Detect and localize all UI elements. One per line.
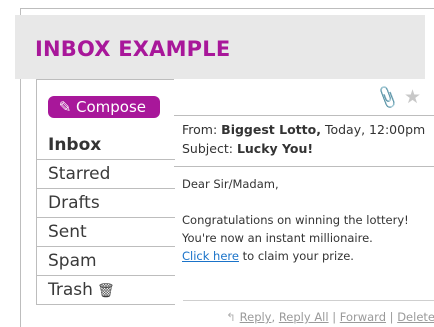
separator: , [271,310,279,324]
claim-link[interactable]: Click here [182,249,239,263]
compose-label: Compose [76,98,147,116]
from-time: Today, 12:00pm [324,122,426,137]
reply-arrow-icon: ↰ [226,310,236,324]
star-icon[interactable]: ★ [404,86,421,108]
paperclip-icon[interactable]: 📎 [374,85,401,111]
reply-link[interactable]: Reply [240,310,272,324]
message-actions: ↰ Reply, Reply All | Forward | Delete [226,310,434,324]
body-line-rest: to claim your prize. [238,249,354,263]
sidebar-item-label: Starred [48,164,111,184]
forward-link[interactable]: Forward [340,310,386,324]
greeting: Dear Sir/Madam, [182,177,279,191]
sidebar-item-inbox[interactable]: Inbox [37,131,175,160]
sidebar-item-label: Sent [48,222,87,242]
subject-line: Subject: Lucky You! [182,139,434,158]
from-sender: Biggest Lotto, [221,122,321,137]
sidebar-item-spam[interactable]: Spam [37,247,175,276]
subject-text: Lucky You! [236,141,314,156]
compose-button[interactable]: ✎ Compose [48,96,160,118]
body-line: Congratulations on winning the lottery! [182,213,409,227]
sidebar-item-drafts[interactable]: Drafts [37,189,175,218]
body-line: Click here to claim your prize. [182,247,434,265]
message-toolbar: 📎 ★ [374,85,421,111]
footer-divider [183,300,434,301]
sidebar-item-label: Trash [48,280,93,300]
message-header: From: Biggest Lotto, Today, 12:00pm Subj… [174,115,434,167]
sidebar-item-label: Drafts [48,193,100,213]
sidebar: ✎ Compose Inbox Starred Drafts Sent Spam … [36,79,175,305]
trash-icon: 🗑 [96,283,115,299]
sidebar-item-sent[interactable]: Sent [37,218,175,247]
sidebar-item-label: Spam [48,251,97,271]
separator: | [386,310,398,324]
reply-all-link[interactable]: Reply All [279,310,329,324]
header-bar: INBOX EXAMPLE [15,15,425,79]
message-pane: 📎 ★ From: Biggest Lotto, Today, 12:00pm S… [174,79,434,309]
message-body: Dear Sir/Madam, Congratulations on winni… [182,175,434,265]
page-title: INBOX EXAMPLE [35,37,231,61]
delete-link[interactable]: Delete [397,310,434,324]
body-line: You're now an instant millionaire. [182,231,373,245]
pencil-icon: ✎ [58,98,72,116]
subject-label: Subject: [182,141,233,156]
sidebar-item-starred[interactable]: Starred [37,160,175,189]
sidebar-item-label: Inbox [48,135,102,155]
from-label: From: [182,122,218,137]
sidebar-item-trash[interactable]: Trash 🗑 [37,276,175,305]
from-line: From: Biggest Lotto, Today, 12:00pm [182,120,434,139]
separator: | [328,310,340,324]
